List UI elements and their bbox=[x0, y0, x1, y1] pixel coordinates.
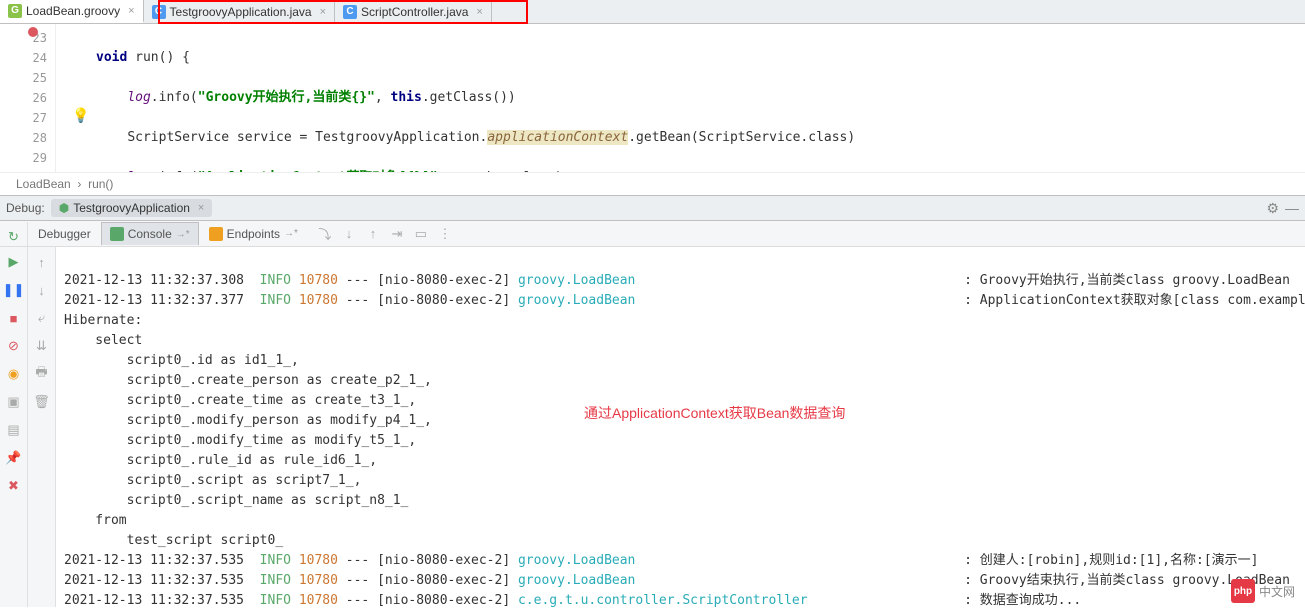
tab-label: TestgroovyApplication.java bbox=[170, 5, 312, 19]
debug-tabs: Debugger Console→* Endpoints→* bbox=[28, 222, 306, 245]
debug-toolbar: ↻ Debugger Console→* Endpoints→* ⤵ ↓ ↑ ⇥… bbox=[0, 221, 1305, 247]
annotation-text: 通过ApplicationContext获取Bean数据查询 bbox=[584, 403, 845, 423]
breakpoint-icon[interactable] bbox=[28, 27, 38, 37]
stop-icon[interactable]: ■ bbox=[5, 309, 23, 327]
pin-icon[interactable]: 📌 bbox=[5, 449, 23, 467]
sql-line: select bbox=[64, 333, 142, 348]
tab-testgroovy[interactable]: C TestgroovyApplication.java × bbox=[144, 0, 336, 23]
spring-icon: ⬢ bbox=[59, 201, 69, 215]
tab-endpoints[interactable]: Endpoints→* bbox=[201, 223, 306, 245]
left-toolbar: ↻ bbox=[0, 222, 28, 246]
console-toolbar: ↑ ↓ ⤶ ⇊ 🖶 🗑 bbox=[28, 247, 56, 607]
code-area[interactable]: void run() { log.info("Groovy开始执行,当前类{}"… bbox=[56, 24, 923, 172]
sql-line: script0_.script as script7_1_, bbox=[64, 473, 361, 488]
settings-icon[interactable]: ▤ bbox=[5, 421, 23, 439]
down-icon[interactable]: ↓ bbox=[33, 281, 51, 299]
sql-line: script0_.create_person as create_p2_1_, bbox=[64, 373, 432, 388]
rerun-icon[interactable]: ↻ bbox=[5, 228, 23, 246]
lightbulb-icon[interactable]: 💡 bbox=[72, 107, 89, 124]
scroll-icon[interactable]: ⇊ bbox=[33, 337, 51, 355]
close-icon[interactable]: × bbox=[124, 5, 134, 17]
log-line: 2021-12-13 11:32:37.535 INFO 10780 --- [… bbox=[64, 553, 1258, 568]
close-icon[interactable]: × bbox=[194, 202, 204, 214]
debug-bar: Debug: ⬢ TestgroovyApplication × ⚙ — bbox=[0, 195, 1305, 221]
sql-line: script0_.id as id1_1_, bbox=[64, 353, 299, 368]
sql-line: script0_.script_name as script_n8_1_ bbox=[64, 493, 408, 508]
sql-line: from bbox=[64, 513, 127, 528]
evaluate-icon[interactable]: ▭ bbox=[412, 225, 430, 243]
step-over-icon[interactable]: ⤵ bbox=[316, 225, 334, 243]
java-icon: C bbox=[152, 5, 166, 19]
run-to-cursor-icon[interactable]: ⇥ bbox=[388, 225, 406, 243]
gear-icon[interactable]: ⚙ bbox=[1266, 200, 1279, 217]
step-toolbar: ⤵ ↓ ↑ ⇥ ▭ ⋮ bbox=[306, 225, 454, 243]
tab-scriptcontroller[interactable]: C ScriptController.java × bbox=[335, 0, 492, 23]
sql-line: test_script script0_ bbox=[64, 533, 283, 548]
log-line: 2021-12-13 11:32:37.308 INFO 10780 --- [… bbox=[64, 273, 1290, 288]
tab-debugger[interactable]: Debugger bbox=[30, 223, 99, 245]
tab-label: LoadBean.groovy bbox=[26, 4, 120, 18]
step-out-icon[interactable]: ↑ bbox=[364, 225, 382, 243]
groovy-icon: G bbox=[8, 4, 22, 18]
code-line: void run() { bbox=[96, 48, 923, 68]
code-line: log.info("ApplicationContext获取对象[{}]", s… bbox=[96, 168, 923, 172]
code-editor[interactable]: 23 24 25 26 27 28 29 💡 void run() { log.… bbox=[0, 24, 1305, 172]
debug-config[interactable]: ⬢ TestgroovyApplication × bbox=[51, 199, 213, 217]
close-icon[interactable]: × bbox=[472, 6, 482, 18]
log-line: 2021-12-13 11:32:37.535 INFO 10780 --- [… bbox=[64, 573, 1290, 588]
step-into-icon[interactable]: ↓ bbox=[340, 225, 358, 243]
close-icon[interactable]: ✖ bbox=[5, 477, 23, 495]
sql-line: script0_.modify_time as modify_t5_1_, bbox=[64, 433, 416, 448]
log-line: 2021-12-13 11:32:37.377 INFO 10780 --- [… bbox=[64, 293, 1305, 308]
sql-line: script0_.modify_person as modify_p4_1_, bbox=[64, 413, 432, 428]
console-output[interactable]: 2021-12-13 11:32:37.308 INFO 10780 --- [… bbox=[56, 247, 1305, 607]
php-logo-icon: php bbox=[1231, 579, 1255, 603]
minimize-icon[interactable]: — bbox=[1285, 200, 1299, 216]
java-icon: C bbox=[343, 5, 357, 19]
code-line: log.info("Groovy开始执行,当前类{}", this.getCla… bbox=[96, 88, 923, 108]
editor-tabs: G LoadBean.groovy × C TestgroovyApplicat… bbox=[0, 0, 1305, 24]
run-icon[interactable]: ▶ bbox=[5, 253, 23, 271]
tab-label: ScriptController.java bbox=[361, 5, 468, 19]
code-line: ScriptService service = TestgroovyApplic… bbox=[96, 128, 923, 148]
console-icon bbox=[110, 227, 124, 241]
up-icon[interactable]: ↑ bbox=[33, 253, 51, 271]
run-toolbar: ▶ ❚❚ ■ ⊘ ◉ ▣ ▤ 📌 ✖ bbox=[0, 247, 28, 607]
debug-label: Debug: bbox=[6, 201, 45, 215]
endpoints-icon bbox=[209, 227, 223, 241]
print-icon[interactable]: 🖶 bbox=[33, 365, 51, 383]
tab-console[interactable]: Console→* bbox=[101, 222, 199, 245]
clear-icon[interactable]: 🗑 bbox=[33, 393, 51, 411]
sql-line: script0_.create_time as create_t3_1_, bbox=[64, 393, 416, 408]
tab-loadbean[interactable]: G LoadBean.groovy × bbox=[0, 0, 144, 23]
gutter: 23 24 25 26 27 28 29 bbox=[0, 24, 56, 172]
layout-icon[interactable]: ▣ bbox=[5, 393, 23, 411]
sql-line: Hibernate: bbox=[64, 313, 142, 328]
view-breakpoints-icon[interactable]: ◉ bbox=[5, 365, 23, 383]
close-icon[interactable]: × bbox=[316, 6, 326, 18]
pause-icon[interactable]: ❚❚ bbox=[5, 281, 23, 299]
watermark: php 中文网 bbox=[1231, 579, 1295, 603]
breadcrumb: LoadBean › run() bbox=[0, 172, 1305, 195]
console-panel: ▶ ❚❚ ■ ⊘ ◉ ▣ ▤ 📌 ✖ ↑ ↓ ⤶ ⇊ 🖶 🗑 2021-12-1… bbox=[0, 247, 1305, 607]
sql-line: script0_.rule_id as rule_id6_1_, bbox=[64, 453, 377, 468]
mute-breakpoints-icon[interactable]: ⊘ bbox=[5, 337, 23, 355]
trace-icon[interactable]: ⋮ bbox=[436, 225, 454, 243]
log-line: 2021-12-13 11:32:37.535 INFO 10780 --- [… bbox=[64, 593, 1081, 607]
wrap-icon[interactable]: ⤶ bbox=[33, 309, 51, 327]
